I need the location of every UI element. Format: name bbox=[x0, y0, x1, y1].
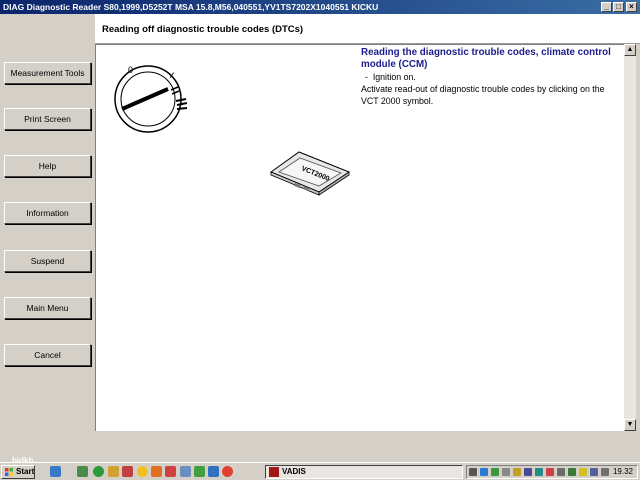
tray-icon-10[interactable] bbox=[568, 468, 576, 476]
quicklaunch-app5-icon[interactable] bbox=[137, 466, 148, 477]
tray-icon-4[interactable] bbox=[502, 468, 510, 476]
quicklaunch-app9-icon[interactable] bbox=[194, 466, 205, 477]
bullet-text: Ignition on. bbox=[372, 72, 416, 82]
instructions-title: Reading the diagnostic trouble codes, cl… bbox=[361, 47, 611, 70]
suspend-button[interactable]: Suspend bbox=[4, 250, 91, 272]
quicklaunch-app8-icon[interactable] bbox=[180, 466, 191, 477]
taskbar: Start VADIS 19.32 bbox=[0, 462, 640, 480]
maximize-button[interactable]: □ bbox=[613, 2, 624, 12]
start-button[interactable]: Start bbox=[1, 465, 35, 479]
tray-icon-5[interactable] bbox=[513, 468, 521, 476]
minimize-button[interactable]: _ bbox=[601, 2, 612, 12]
vct2000-device-icon[interactable]: VCT2000 bbox=[267, 148, 353, 196]
cancel-button[interactable]: Cancel bbox=[4, 344, 91, 366]
sidebar: Measurement Tools Print Screen Help Info… bbox=[0, 14, 95, 462]
page-header: Reading off diagnostic trouble codes (DT… bbox=[95, 14, 640, 44]
taskbar-item-label: VADIS bbox=[282, 467, 306, 476]
tray-icon-11[interactable] bbox=[579, 468, 587, 476]
quicklaunch-app10-icon[interactable] bbox=[208, 466, 219, 477]
quicklaunch-app2-icon[interactable] bbox=[93, 466, 104, 477]
main-menu-button[interactable]: Main Menu bbox=[4, 297, 91, 319]
instruction-bullet: - Ignition on. bbox=[361, 71, 616, 83]
quicklaunch-app6-icon[interactable] bbox=[151, 466, 162, 477]
volume-icon[interactable] bbox=[601, 468, 609, 476]
vertical-scrollbar[interactable]: ▲ ▼ bbox=[624, 44, 636, 431]
ignition-position-0: 0 bbox=[128, 65, 133, 75]
tray-icon-1[interactable] bbox=[469, 468, 477, 476]
window-titlebar: DIAG Diagnostic Reader S80,1999,D5252T M… bbox=[0, 0, 640, 14]
quicklaunch-app3-icon[interactable] bbox=[108, 466, 119, 477]
tray-icon-7[interactable] bbox=[535, 468, 543, 476]
help-button[interactable]: Help bbox=[4, 155, 91, 177]
information-button[interactable]: Information bbox=[4, 202, 91, 224]
instructions-text: Activate read-out of diagnostic trouble … bbox=[361, 84, 605, 106]
watermark-text: bidkh bbox=[12, 456, 34, 465]
windows-logo-icon bbox=[5, 468, 13, 476]
page-title: Reading off diagnostic trouble codes (DT… bbox=[102, 24, 304, 35]
window-title: DIAG Diagnostic Reader S80,1999,D5252T M… bbox=[3, 2, 379, 12]
tray-icon-3[interactable] bbox=[491, 468, 499, 476]
tray-icon-8[interactable] bbox=[546, 468, 554, 476]
measurement-tools-button[interactable]: Measurement Tools bbox=[4, 62, 91, 84]
quicklaunch-browser-icon[interactable] bbox=[222, 466, 233, 477]
bottom-strip bbox=[95, 431, 640, 462]
tray-icon-9[interactable] bbox=[557, 468, 565, 476]
start-label: Start bbox=[16, 467, 35, 476]
bullet-marker: - bbox=[365, 72, 368, 82]
tray-icon-6[interactable] bbox=[524, 468, 532, 476]
tray-icon-2[interactable] bbox=[480, 468, 488, 476]
taskbar-clock: 19.32 bbox=[612, 467, 633, 476]
print-screen-button[interactable]: Print Screen bbox=[4, 108, 91, 130]
vadis-icon bbox=[269, 467, 279, 477]
close-button[interactable]: × bbox=[626, 2, 637, 12]
scroll-up-icon[interactable]: ▲ bbox=[624, 44, 636, 56]
instructions-panel: Reading the diagnostic trouble codes, cl… bbox=[361, 47, 616, 107]
quicklaunch-app1-icon[interactable] bbox=[77, 466, 88, 477]
system-tray: 19.32 bbox=[466, 465, 638, 479]
quicklaunch-app4-icon[interactable] bbox=[122, 466, 133, 477]
scroll-down-icon[interactable]: ▼ bbox=[624, 419, 636, 431]
quicklaunch-app7-icon[interactable] bbox=[165, 466, 176, 477]
quicklaunch-desktop-icon[interactable] bbox=[50, 466, 61, 477]
ignition-switch-icon: 0 I bbox=[114, 65, 188, 133]
taskbar-item-vadis[interactable]: VADIS bbox=[265, 465, 463, 479]
tray-icon-12[interactable] bbox=[590, 468, 598, 476]
